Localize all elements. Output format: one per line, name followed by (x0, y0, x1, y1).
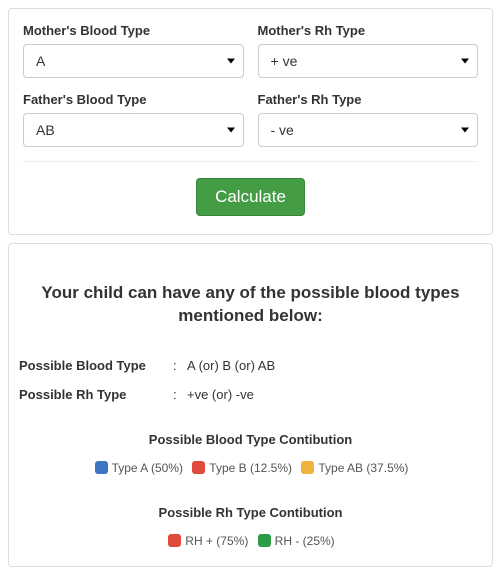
kv-separator: : (173, 387, 187, 402)
swatch-yellow-icon (301, 461, 314, 474)
legend-item-rh-pos: RH + (75%) (166, 534, 248, 548)
row-mother: Mother's Blood Type A Mother's Rh Type +… (23, 23, 478, 78)
chevron-down-icon (461, 128, 469, 133)
legend-label: RH + (75%) (185, 534, 248, 548)
field-mother-blood: Mother's Blood Type A (23, 23, 244, 78)
results-panel: Your child can have any of the possible … (8, 243, 493, 567)
divider (23, 161, 478, 162)
swatch-blue-icon (95, 461, 108, 474)
rh-contribution-title: Possible Rh Type Contibution (19, 505, 482, 520)
chevron-down-icon (461, 59, 469, 64)
chevron-down-icon (227, 59, 235, 64)
field-mother-rh: Mother's Rh Type + ve (258, 23, 479, 78)
field-father-rh: Father's Rh Type - ve (258, 92, 479, 147)
select-father-rh-value: - ve (271, 122, 294, 138)
legend-item-type-b: Type B (12.5%) (190, 461, 292, 475)
legend-item-rh-neg: RH - (25%) (256, 534, 335, 548)
legend-item-type-ab: Type AB (37.5%) (299, 461, 408, 475)
possible-blood-row: Possible Blood Type : A (or) B (or) AB (19, 358, 482, 373)
legend-label: RH - (25%) (275, 534, 335, 548)
legend-label: Type A (50%) (112, 461, 183, 475)
rh-contribution-legend: RH + (75%) RH - (25%) (19, 534, 482, 548)
swatch-red-icon (192, 461, 205, 474)
select-father-blood[interactable]: AB (23, 113, 244, 147)
select-mother-blood[interactable]: A (23, 44, 244, 78)
legend-label: Type B (12.5%) (209, 461, 292, 475)
possible-blood-value: A (or) B (or) AB (187, 358, 275, 373)
input-panel: Mother's Blood Type A Mother's Rh Type +… (8, 8, 493, 235)
select-father-blood-value: AB (36, 122, 55, 138)
blood-contribution-title: Possible Blood Type Contibution (19, 432, 482, 447)
possible-rh-key: Possible Rh Type (19, 387, 173, 402)
label-mother-rh: Mother's Rh Type (258, 23, 479, 38)
calculate-button[interactable]: Calculate (196, 178, 305, 216)
field-father-blood: Father's Blood Type AB (23, 92, 244, 147)
select-mother-blood-value: A (36, 53, 45, 69)
select-mother-rh-value: + ve (271, 53, 298, 69)
label-father-rh: Father's Rh Type (258, 92, 479, 107)
results-heading: Your child can have any of the possible … (35, 282, 466, 328)
possible-rh-value: +ve (or) -ve (187, 387, 254, 402)
swatch-red-icon (168, 534, 181, 547)
blood-contribution-legend: Type A (50%) Type B (12.5%) Type AB (37.… (19, 461, 482, 475)
button-row: Calculate (23, 178, 478, 216)
row-father: Father's Blood Type AB Father's Rh Type … (23, 92, 478, 147)
swatch-green-icon (258, 534, 271, 547)
legend-item-type-a: Type A (50%) (93, 461, 183, 475)
chevron-down-icon (227, 128, 235, 133)
label-mother-blood: Mother's Blood Type (23, 23, 244, 38)
label-father-blood: Father's Blood Type (23, 92, 244, 107)
select-father-rh[interactable]: - ve (258, 113, 479, 147)
possible-blood-key: Possible Blood Type (19, 358, 173, 373)
kv-separator: : (173, 358, 187, 373)
select-mother-rh[interactable]: + ve (258, 44, 479, 78)
legend-label: Type AB (37.5%) (318, 461, 408, 475)
possible-rh-row: Possible Rh Type : +ve (or) -ve (19, 387, 482, 402)
